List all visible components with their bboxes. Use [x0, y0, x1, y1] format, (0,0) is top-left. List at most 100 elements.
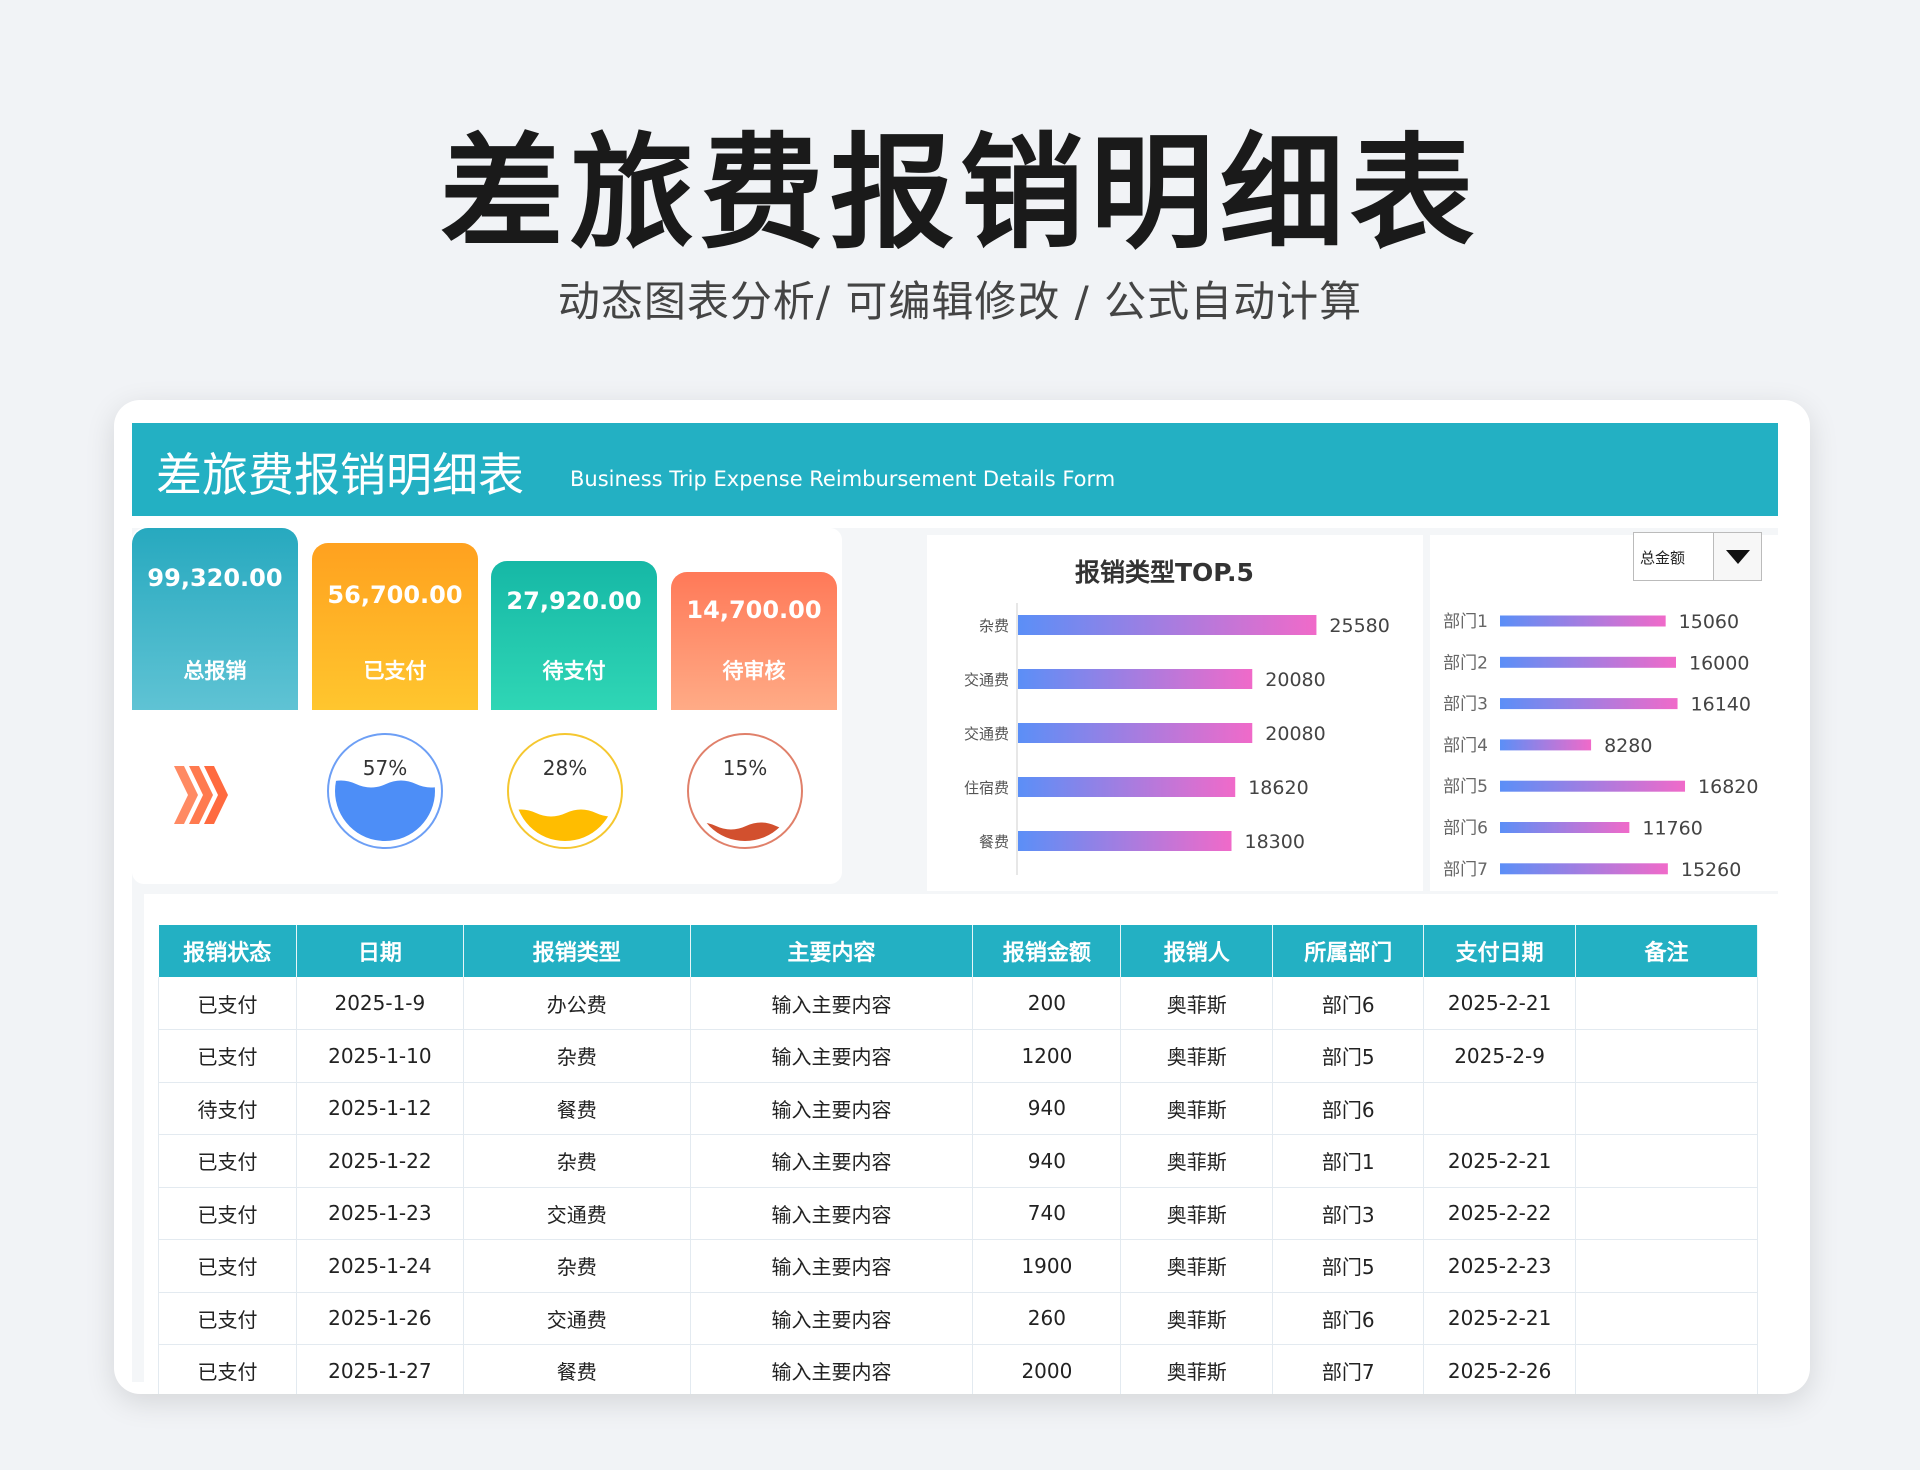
column-header[interactable]: 主要内容	[690, 925, 974, 977]
table-cell[interactable]: 已支付	[158, 1134, 297, 1188]
table-cell[interactable]	[1575, 977, 1758, 1030]
table-cell[interactable]: 2025-1-9	[296, 977, 464, 1030]
table-cell[interactable]: 2025-1-26	[296, 1292, 464, 1345]
table-cell[interactable]: 奥菲斯	[1120, 1344, 1274, 1394]
chevron-icon	[174, 766, 228, 824]
dropdown-value: 总金额	[1640, 549, 1686, 567]
column-header[interactable]: 报销金额	[972, 925, 1122, 977]
column-header[interactable]: 报销类型	[463, 925, 691, 977]
table-cell[interactable]	[1575, 1187, 1758, 1240]
table-cell[interactable]: 1900	[972, 1239, 1122, 1293]
table-cell[interactable]: 奥菲斯	[1120, 1187, 1274, 1240]
table-cell[interactable]	[1575, 1029, 1758, 1083]
table-cell[interactable]: 已支付	[158, 1292, 297, 1345]
table-cell[interactable]: 2000	[972, 1344, 1122, 1394]
expense-table: 报销状态 日期 报销类型 主要内容 报销金额 报销人 所属部门 支付日期 备注 已支付 2025-…	[158, 925, 1758, 1394]
table-cell[interactable]: 940	[972, 1134, 1122, 1188]
table-cell[interactable]: 输入主要内容	[690, 1292, 974, 1345]
category-label: 部门1	[1443, 612, 1488, 632]
table-cell[interactable]: 奥菲斯	[1120, 1082, 1274, 1135]
table-cell[interactable]: 部门3	[1272, 1187, 1425, 1240]
table-cell[interactable]: 1200	[972, 1029, 1122, 1083]
table-cell[interactable]: 杂费	[463, 1134, 691, 1188]
table-cell[interactable]: 输入主要内容	[690, 1239, 974, 1293]
table-cell[interactable]: 已支付	[158, 1187, 297, 1240]
table-cell[interactable]: 2025-1-10	[296, 1029, 464, 1083]
table-cell[interactable]	[1575, 1292, 1758, 1345]
bar	[1500, 780, 1686, 792]
table-cell[interactable]: 940	[972, 1082, 1122, 1135]
table-cell[interactable]: 输入主要内容	[690, 1187, 974, 1240]
category-label: 部门7	[1443, 860, 1488, 880]
table-cell[interactable]: 奥菲斯	[1120, 1134, 1274, 1188]
table-cell[interactable]	[1575, 1344, 1758, 1394]
table-cell[interactable]: 已支付	[158, 1239, 297, 1293]
table-cell[interactable]: 2025-2-22	[1423, 1187, 1577, 1240]
table-cell[interactable]: 待支付	[158, 1082, 297, 1135]
table-cell[interactable]: 部门5	[1272, 1239, 1425, 1293]
table-cell[interactable]: 输入主要内容	[690, 1134, 974, 1188]
table-cell[interactable]: 2025-1-12	[296, 1082, 464, 1135]
kpi-label: 待支付	[542, 659, 606, 683]
table-cell[interactable]	[1575, 1082, 1758, 1135]
table-cell[interactable]	[1423, 1082, 1577, 1135]
table-cell[interactable]: 2025-1-23	[296, 1187, 464, 1240]
table-cell[interactable]: 2025-2-21	[1423, 1134, 1577, 1188]
table-cell[interactable]: 杂费	[463, 1029, 691, 1083]
table-cell[interactable]: 输入主要内容	[690, 1082, 974, 1135]
table-cell[interactable]: 交通费	[463, 1187, 691, 1240]
table-cell[interactable]: 餐费	[463, 1082, 691, 1135]
table-cell[interactable]: 奥菲斯	[1120, 1029, 1274, 1083]
bar	[1500, 739, 1592, 751]
kpi-label: 已支付	[363, 659, 427, 683]
table-cell[interactable]: 2025-1-27	[296, 1344, 464, 1394]
table-cell[interactable]: 交通费	[463, 1292, 691, 1345]
kpi-card-paid: 56,700.00 已支付	[312, 543, 478, 710]
table-cell[interactable]: 部门5	[1272, 1029, 1425, 1083]
data-label: 15260	[1681, 859, 1741, 881]
table-cell[interactable]: 2025-2-26	[1423, 1344, 1577, 1394]
top5-bar-chart: 杂费 25580 交通费 20080 交通费 20080 住宿费 18620 餐费 18300	[964, 603, 1390, 875]
metric-dropdown[interactable]: 总金额	[1633, 532, 1762, 581]
column-header[interactable]: 报销状态	[158, 925, 297, 977]
table-cell[interactable]: 2025-1-24	[296, 1239, 464, 1293]
table-cell[interactable]: 已支付	[158, 1029, 297, 1083]
gauge-pending-payment: 28%	[506, 732, 624, 850]
table-cell[interactable]	[1575, 1239, 1758, 1293]
table-cell[interactable]: 办公费	[463, 977, 691, 1030]
table-cell[interactable]: 奥菲斯	[1120, 1239, 1274, 1293]
data-label: 15060	[1679, 611, 1739, 633]
column-header[interactable]: 报销人	[1120, 925, 1274, 977]
table-cell[interactable]: 2025-1-22	[296, 1134, 464, 1188]
column-header[interactable]: 备注	[1575, 925, 1758, 977]
table-cell[interactable]: 奥菲斯	[1120, 977, 1274, 1030]
table-cell[interactable]: 部门6	[1272, 977, 1425, 1030]
table-cell[interactable]	[1575, 1134, 1758, 1188]
table-cell[interactable]: 260	[972, 1292, 1122, 1345]
table-cell[interactable]: 2025-2-23	[1423, 1239, 1577, 1293]
table-cell[interactable]: 杂费	[463, 1239, 691, 1293]
table-cell[interactable]: 已支付	[158, 1344, 297, 1394]
table-cell[interactable]: 输入主要内容	[690, 977, 974, 1030]
gauge-paid-graphic	[327, 733, 443, 849]
table-cell[interactable]: 部门6	[1272, 1292, 1425, 1345]
table-cell[interactable]: 200	[972, 977, 1122, 1030]
table-cell[interactable]: 输入主要内容	[690, 1344, 974, 1394]
table-cell[interactable]: 2025-2-9	[1423, 1029, 1577, 1083]
bar	[1018, 615, 1317, 635]
table-cell[interactable]: 奥菲斯	[1120, 1292, 1274, 1345]
table-cell[interactable]: 2025-2-21	[1423, 1292, 1577, 1345]
table-cell[interactable]: 部门7	[1272, 1344, 1425, 1394]
table-cell[interactable]: 2025-2-21	[1423, 977, 1577, 1030]
table-cell[interactable]: 部门1	[1272, 1134, 1425, 1188]
column-header[interactable]: 日期	[296, 925, 464, 977]
table-cell[interactable]: 已支付	[158, 977, 297, 1030]
caret-down-icon[interactable]	[1713, 533, 1761, 580]
category-label: 杂费	[979, 617, 1009, 635]
table-cell[interactable]: 输入主要内容	[690, 1029, 974, 1083]
column-header[interactable]: 支付日期	[1423, 925, 1577, 977]
table-cell[interactable]: 餐费	[463, 1344, 691, 1394]
column-header[interactable]: 所属部门	[1272, 925, 1425, 977]
table-cell[interactable]: 部门6	[1272, 1082, 1425, 1135]
table-cell[interactable]: 740	[972, 1187, 1122, 1240]
